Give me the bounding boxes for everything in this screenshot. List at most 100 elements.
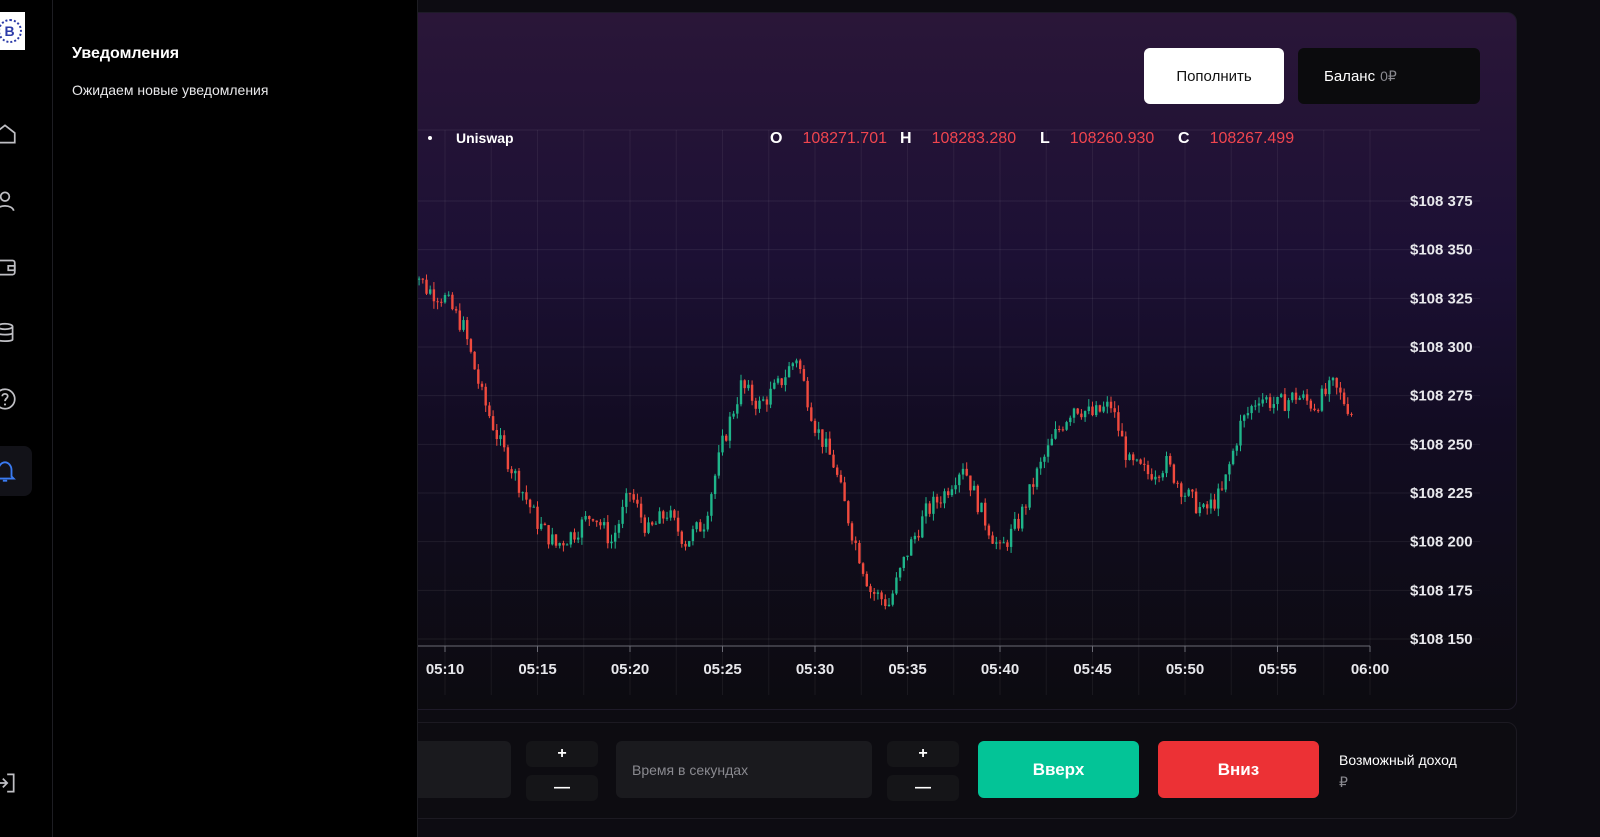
up-button[interactable]: Вверх (978, 741, 1139, 798)
income-currency: ₽ (1339, 774, 1348, 790)
candle-body (695, 522, 698, 530)
candle-body (1305, 394, 1309, 401)
candle-body (1220, 488, 1224, 490)
candle-body (647, 522, 650, 533)
candle-body (643, 517, 646, 533)
candle-body (1050, 438, 1053, 446)
y-tick-label: $108 275 (1410, 388, 1473, 405)
balance-value: 0₽ (1380, 67, 1397, 84)
down-button[interactable]: Вниз (1158, 741, 1319, 798)
candle-body (551, 534, 554, 545)
candle-body (488, 405, 491, 417)
candle-body (847, 501, 850, 524)
bell-icon[interactable] (0, 458, 18, 484)
candle-body (1120, 430, 1124, 437)
ohlc-open: O 108271.701 (770, 130, 887, 148)
candle-body (817, 429, 820, 433)
candle-body (702, 529, 706, 532)
candle-body (913, 535, 917, 540)
pair-name: Uniswap (456, 130, 514, 146)
candle-body (947, 491, 950, 496)
candle-body (1283, 394, 1287, 411)
coins-icon[interactable] (0, 320, 18, 346)
candle-body (1039, 461, 1042, 469)
candle-body (1143, 463, 1146, 465)
candle-body (554, 534, 558, 546)
candle-body (787, 366, 791, 378)
candle-body (1002, 542, 1005, 544)
candle-body (1209, 499, 1213, 509)
candle-body (506, 447, 510, 470)
candle-body (669, 510, 672, 518)
candle-body (1080, 413, 1083, 418)
candle-body (1191, 489, 1194, 492)
bitcoin-logo-icon: B (0, 19, 22, 43)
candle-body (710, 494, 713, 516)
candle-body (1017, 518, 1020, 529)
candle-body (1169, 455, 1172, 465)
logout-icon[interactable] (0, 770, 18, 796)
candle-body (1257, 403, 1261, 406)
candle-body (980, 502, 983, 513)
candle-body (602, 522, 606, 526)
candle-body (1339, 387, 1342, 393)
candle-body (514, 470, 517, 474)
amount-input[interactable] (410, 741, 511, 798)
candle-body (1246, 413, 1250, 416)
y-tick-label: $108 250 (1410, 436, 1473, 453)
candle-body (1065, 422, 1068, 430)
amount-plus-button[interactable]: + (526, 741, 598, 767)
candle-body (440, 301, 443, 303)
candle-body (491, 416, 495, 430)
time-input[interactable]: Время в секундах (616, 741, 872, 798)
candle-body (569, 532, 572, 545)
candle-body (1180, 483, 1183, 497)
candle-body (728, 416, 732, 441)
deposit-button[interactable]: Пополнить (1144, 48, 1284, 104)
candle-body (443, 294, 447, 303)
x-tick-label: 05:10 (426, 661, 464, 678)
candle-body (910, 539, 913, 556)
candle-body (1331, 377, 1335, 381)
candle-body (736, 404, 739, 414)
help-icon[interactable] (0, 386, 18, 412)
candle-body (854, 540, 857, 543)
logo[interactable]: B (0, 12, 25, 50)
candle-body (1272, 404, 1275, 408)
candle-body (606, 522, 609, 544)
wallet-icon[interactable] (0, 254, 18, 280)
time-minus-button[interactable]: — (887, 775, 959, 801)
candle-body (1213, 499, 1216, 509)
candle-body (614, 532, 617, 542)
candle-body (984, 502, 987, 526)
notifications-empty-text: Ожидаем новые уведомления (72, 82, 269, 98)
y-tick-label: $108 375 (1410, 193, 1473, 210)
possible-income: Возможный доход ₽ (1339, 752, 1457, 791)
candle-body (824, 438, 828, 447)
amount-minus-button[interactable]: — (526, 775, 598, 801)
candle-body (1194, 491, 1198, 514)
candle-body (628, 493, 632, 495)
candle-body (1128, 454, 1131, 460)
candle-body (1043, 456, 1046, 462)
user-icon[interactable] (0, 188, 18, 214)
time-input-placeholder: Время в секундах (632, 761, 749, 778)
candle-body (928, 503, 931, 514)
candle-body (584, 516, 587, 520)
home-icon[interactable] (0, 121, 18, 147)
notifications-title: Уведомления (72, 45, 180, 62)
candle-body (599, 522, 602, 526)
candle-body (495, 429, 498, 440)
candle-body (935, 496, 939, 503)
candle-body (773, 382, 776, 389)
candle-body (780, 378, 783, 386)
time-plus-button[interactable]: + (887, 741, 959, 767)
candle-body (1198, 507, 1201, 514)
candle-body (1231, 450, 1235, 465)
balance-box[interactable]: Баланс 0₽ (1298, 48, 1480, 104)
candle-body (654, 523, 658, 525)
candle-body (850, 523, 854, 541)
x-tick-label: 05:45 (1073, 661, 1111, 678)
candle-body (954, 485, 957, 490)
candle-body (958, 474, 961, 486)
